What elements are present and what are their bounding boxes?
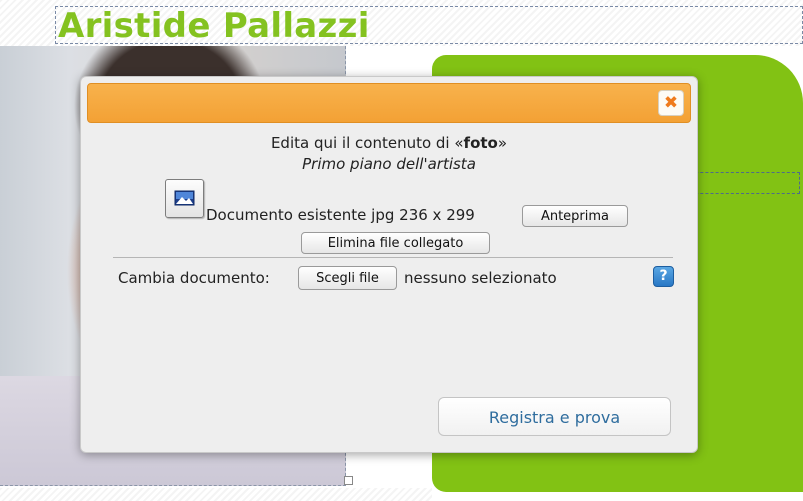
delete-linked-file-button[interactable]: Elimina file collegato [301, 232, 490, 254]
close-icon: ✖ [663, 92, 679, 113]
editable-region-outline[interactable] [680, 172, 800, 194]
preview-button[interactable]: Anteprima [522, 205, 628, 227]
separator [113, 257, 673, 258]
choose-file-button[interactable]: Scegli file [298, 266, 397, 290]
change-document-label: Cambia documento: [118, 269, 270, 287]
field-description: Primo piano dell'artista [302, 155, 476, 173]
close-button[interactable]: ✖ [658, 90, 684, 116]
dialog-header[interactable]: ✖ [87, 83, 691, 123]
existing-file-info: Documento esistente jpg 236 x 299 [206, 206, 475, 224]
help-icon[interactable]: ? [653, 266, 674, 287]
edit-dialog: ✖ Edita qui il contenuto di «foto» Primo… [80, 76, 698, 453]
image-file-icon[interactable] [165, 179, 204, 218]
no-file-selected-text: nessuno selezionato [404, 269, 557, 287]
resize-handle[interactable] [344, 476, 353, 485]
edit-prefix: Edita qui il contenuto di « [270, 134, 464, 152]
page-title: Aristide Pallazzi [58, 6, 370, 46]
edit-instruction: Edita qui il contenuto di «foto» [81, 134, 697, 152]
save-and-test-button[interactable]: Registra e prova [438, 397, 671, 436]
field-name: foto [463, 134, 498, 152]
footer-pattern [0, 488, 432, 501]
edit-suffix: » [497, 134, 508, 152]
